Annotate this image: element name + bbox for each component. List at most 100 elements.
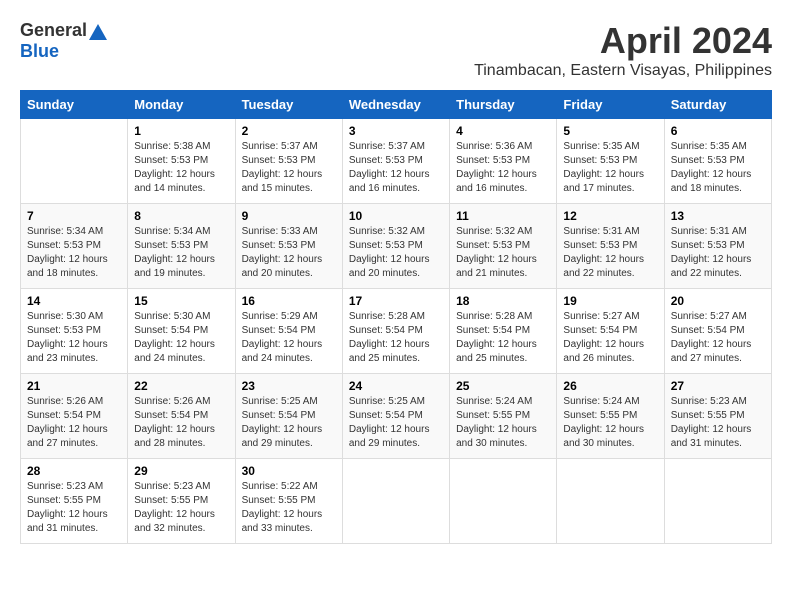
day-info: Sunrise: 5:36 AM Sunset: 5:53 PM Dayligh… <box>456 140 550 196</box>
day-number: 3 <box>349 124 443 138</box>
header-day-sunday: Sunday <box>21 91 128 119</box>
week-row-1: 1Sunrise: 5:38 AM Sunset: 5:53 PM Daylig… <box>21 119 772 204</box>
day-info: Sunrise: 5:23 AM Sunset: 5:55 PM Dayligh… <box>134 480 228 536</box>
day-number: 7 <box>27 209 121 223</box>
title-section: April 2024 Tinambacan, Eastern Visayas, … <box>474 20 772 80</box>
calendar-cell: 12Sunrise: 5:31 AM Sunset: 5:53 PM Dayli… <box>557 204 664 289</box>
day-info: Sunrise: 5:27 AM Sunset: 5:54 PM Dayligh… <box>671 310 765 366</box>
calendar-cell <box>557 459 664 544</box>
calendar-cell: 29 Sunrise: 5:23 AM Sunset: 5:55 PM Dayli… <box>128 459 235 544</box>
calendar-cell: 30 Sunrise: 5:22 AM Sunset: 5:55 PM Dayli… <box>235 459 342 544</box>
calendar-cell: 6 Sunrise: 5:35 AM Sunset: 5:53 PM Daylig… <box>664 119 771 204</box>
day-info: Sunrise: 5:27 AM Sunset: 5:54 PM Dayligh… <box>563 310 657 366</box>
day-info: Sunrise: 5:30 AM Sunset: 5:54 PM Dayligh… <box>134 310 228 366</box>
day-info: Sunrise: 5:22 AM Sunset: 5:55 PM Dayligh… <box>242 480 336 536</box>
logo-triangle-icon <box>89 22 107 40</box>
header-row: SundayMondayTuesdayWednesdayThursdayFrid… <box>21 91 772 119</box>
day-info: Sunrise: 5:31 AM Sunset: 5:53 PM Dayligh… <box>563 225 657 281</box>
day-info: Sunrise: 5:25 AM Sunset: 5:54 PM Dayligh… <box>242 395 336 451</box>
logo: General Blue <box>20 20 107 62</box>
day-number: 17 <box>349 294 443 308</box>
day-number: 23 <box>242 379 336 393</box>
calendar-cell: 25 Sunrise: 5:24 AM Sunset: 5:55 PM Dayli… <box>450 374 557 459</box>
calendar-cell: 28Sunrise: 5:23 AM Sunset: 5:55 PM Dayli… <box>21 459 128 544</box>
day-info: Sunrise: 5:35 AM Sunset: 5:53 PM Dayligh… <box>671 140 765 196</box>
calendar-table: SundayMondayTuesdayWednesdayThursdayFrid… <box>20 90 772 544</box>
day-number: 2 <box>242 124 336 138</box>
day-info: Sunrise: 5:23 AM Sunset: 5:55 PM Dayligh… <box>671 395 765 451</box>
calendar-cell: 9 Sunrise: 5:33 AM Sunset: 5:53 PM Daylig… <box>235 204 342 289</box>
week-row-3: 14 Sunrise: 5:30 AM Sunset: 5:53 PM Dayli… <box>21 289 772 374</box>
day-info: Sunrise: 5:30 AM Sunset: 5:53 PM Dayligh… <box>27 310 121 366</box>
day-info: Sunrise: 5:25 AM Sunset: 5:54 PM Dayligh… <box>349 395 443 451</box>
day-number: 26 <box>563 379 657 393</box>
day-number: 25 <box>456 379 550 393</box>
day-number: 5 <box>563 124 657 138</box>
calendar-cell: 24 Sunrise: 5:25 AM Sunset: 5:54 PM Dayli… <box>342 374 449 459</box>
day-info: Sunrise: 5:35 AM Sunset: 5:53 PM Dayligh… <box>563 140 657 196</box>
header-day-wednesday: Wednesday <box>342 91 449 119</box>
day-number: 18 <box>456 294 550 308</box>
calendar-cell: 3 Sunrise: 5:37 AM Sunset: 5:53 PM Daylig… <box>342 119 449 204</box>
day-number: 29 <box>134 464 228 478</box>
day-number: 14 <box>27 294 121 308</box>
calendar-cell: 14 Sunrise: 5:30 AM Sunset: 5:53 PM Dayli… <box>21 289 128 374</box>
day-info: Sunrise: 5:26 AM Sunset: 5:54 PM Dayligh… <box>27 395 121 451</box>
week-row-5: 28 Sunrise: 5:23 AM Sunset: 5:55 PM Dayli… <box>21 459 772 544</box>
day-number: 30 <box>242 464 336 478</box>
day-number: 9 <box>242 209 336 223</box>
calendar-cell: 20 Sunrise: 5:27 AM Sunset: 5:54 PM Dayli… <box>664 289 771 374</box>
calendar-cell: 8 Sunrise: 5:34 AM Sunset: 5:53 PM Daylig… <box>128 204 235 289</box>
day-info: Sunrise: 5:24 AM Sunset: 5:55 PM Dayligh… <box>456 395 550 451</box>
day-number: 20 <box>671 294 765 308</box>
day-info: Sunrise: 5:37 AM Sunset: 5:53 PM Dayligh… <box>349 140 443 196</box>
day-info: Sunrise: 5:34 AM Sunset: 5:53 PM Dayligh… <box>134 225 228 281</box>
day-info: Sunrise: 5:33 AM Sunset: 5:53 PM Dayligh… <box>242 225 336 281</box>
calendar-cell: 18 Sunrise: 5:28 AM Sunset: 5:54 PM Dayli… <box>450 289 557 374</box>
calendar-cell: 5 Sunrise: 5:35 AM Sunset: 5:53 PM Daylig… <box>557 119 664 204</box>
month-year: April 2024 <box>474 20 772 62</box>
day-number: 6 <box>671 124 765 138</box>
day-number: 11 <box>456 209 550 223</box>
calendar-cell: 27 Sunrise: 5:23 AM Sunset: 5:55 PM Dayli… <box>664 374 771 459</box>
day-number: 8 <box>134 209 228 223</box>
day-info: Sunrise: 5:28 AM Sunset: 5:54 PM Dayligh… <box>349 310 443 366</box>
calendar-cell: 11 Sunrise: 5:32 AM Sunset: 5:53 PM Dayli… <box>450 204 557 289</box>
day-number: 19 <box>563 294 657 308</box>
day-info: Sunrise: 5:38 AM Sunset: 5:53 PM Dayligh… <box>134 140 228 196</box>
header: General Blue April 2024 Tinambacan, East… <box>20 20 772 80</box>
day-number: 4 <box>456 124 550 138</box>
logo-blue: Blue <box>20 41 59 61</box>
calendar-cell: 21Sunrise: 5:26 AM Sunset: 5:54 PM Dayli… <box>21 374 128 459</box>
calendar-cell: 22 Sunrise: 5:26 AM Sunset: 5:54 PM Dayli… <box>128 374 235 459</box>
week-row-2: 7 Sunrise: 5:34 AM Sunset: 5:53 PM Daylig… <box>21 204 772 289</box>
day-number: 24 <box>349 379 443 393</box>
calendar-cell <box>342 459 449 544</box>
calendar-cell: 13Sunrise: 5:31 AM Sunset: 5:53 PM Dayli… <box>664 204 771 289</box>
day-number: 27 <box>671 379 765 393</box>
calendar-cell: 10 Sunrise: 5:32 AM Sunset: 5:53 PM Dayli… <box>342 204 449 289</box>
calendar-cell: 4 Sunrise: 5:36 AM Sunset: 5:53 PM Daylig… <box>450 119 557 204</box>
calendar-cell: 7 Sunrise: 5:34 AM Sunset: 5:53 PM Daylig… <box>21 204 128 289</box>
day-info: Sunrise: 5:26 AM Sunset: 5:54 PM Dayligh… <box>134 395 228 451</box>
day-number: 22 <box>134 379 228 393</box>
calendar-cell: 26Sunrise: 5:24 AM Sunset: 5:55 PM Dayli… <box>557 374 664 459</box>
calendar-cell <box>450 459 557 544</box>
day-number: 10 <box>349 209 443 223</box>
header-day-tuesday: Tuesday <box>235 91 342 119</box>
day-info: Sunrise: 5:34 AM Sunset: 5:53 PM Dayligh… <box>27 225 121 281</box>
day-info: Sunrise: 5:32 AM Sunset: 5:53 PM Dayligh… <box>456 225 550 281</box>
day-info: Sunrise: 5:37 AM Sunset: 5:53 PM Dayligh… <box>242 140 336 196</box>
day-number: 28 <box>27 464 121 478</box>
calendar-cell: 2 Sunrise: 5:37 AM Sunset: 5:53 PM Daylig… <box>235 119 342 204</box>
day-info: Sunrise: 5:32 AM Sunset: 5:53 PM Dayligh… <box>349 225 443 281</box>
header-day-friday: Friday <box>557 91 664 119</box>
day-info: Sunrise: 5:31 AM Sunset: 5:53 PM Dayligh… <box>671 225 765 281</box>
calendar-cell: 23 Sunrise: 5:25 AM Sunset: 5:54 PM Dayli… <box>235 374 342 459</box>
calendar-cell: 19 Sunrise: 5:27 AM Sunset: 5:54 PM Dayli… <box>557 289 664 374</box>
day-info: Sunrise: 5:28 AM Sunset: 5:54 PM Dayligh… <box>456 310 550 366</box>
logo-general: General <box>20 20 87 41</box>
day-number: 15 <box>134 294 228 308</box>
calendar-cell: 17 Sunrise: 5:28 AM Sunset: 5:54 PM Dayli… <box>342 289 449 374</box>
day-info: Sunrise: 5:29 AM Sunset: 5:54 PM Dayligh… <box>242 310 336 366</box>
